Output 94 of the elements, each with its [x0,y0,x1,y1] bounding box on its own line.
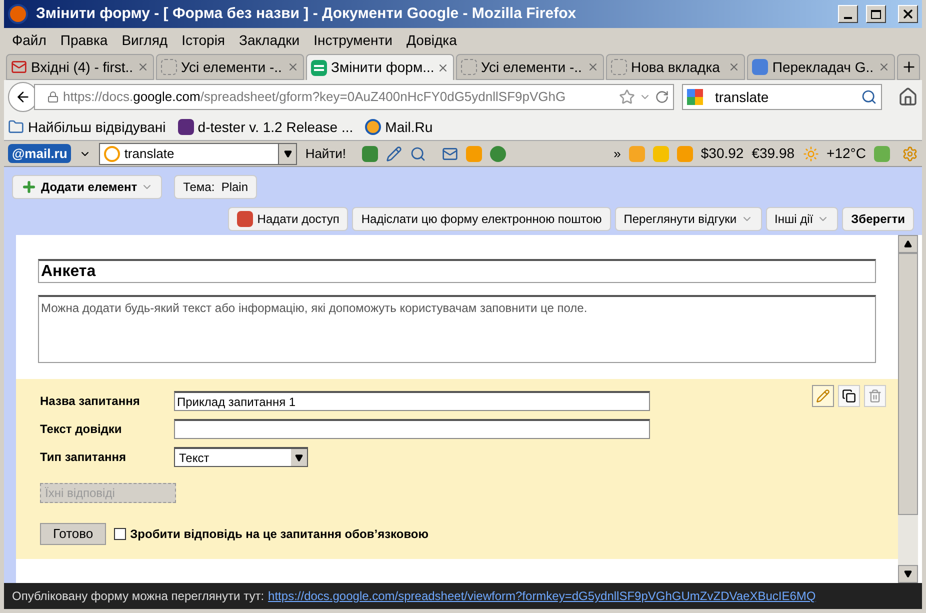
page-icon [611,59,627,75]
toolbar-button[interactable]: Надати доступ [228,207,348,231]
euro-rate[interactable]: €39.98 [752,143,795,164]
tab-label: Змінити форм... [331,58,433,77]
home-icon[interactable] [898,87,918,107]
browser-tab[interactable]: Змінити форм... [306,54,454,80]
mailru-logo[interactable]: @mail.ru [8,144,72,164]
close-icon[interactable] [137,61,149,73]
weather-text[interactable]: +12°C [826,143,866,164]
field-label: Назва запитання [40,393,141,410]
browser-tab[interactable]: Перекладач G... [747,54,896,80]
star-icon[interactable] [619,89,635,105]
bookmark[interactable]: Найбільш відвідувані [8,116,166,138]
dollar-rate[interactable]: $30.92 [700,143,744,164]
browser-tab[interactable]: Вхідні (4) - first... [6,54,154,80]
theme-button[interactable]: Тема: Plain [174,175,258,199]
down-triangle-icon [904,570,912,578]
url-text: https://docs.google.com/spreadsheet/gform?key=0AuZ400nHcFY0dG5ydnllSF9pVGhG [63,88,567,106]
more-button[interactable]: » [614,144,621,164]
browser-tab[interactable]: Усі елементи -... [456,54,604,80]
field-label: Тип запитання [40,449,127,466]
down-triangle-icon [284,150,292,158]
find-button[interactable]: Найти! [305,144,346,164]
bookmark[interactable]: Mail.Ru [365,116,433,138]
sheet-icon [311,60,327,76]
status-text: Опубліковану форму можна переглянути тут: [12,588,264,605]
reload-icon[interactable] [655,90,669,104]
close-icon[interactable] [437,62,449,74]
toolbar-button[interactable]: Інші дії [766,207,838,231]
form-title-field[interactable]: Анкета [38,259,876,283]
search-icon[interactable] [861,89,877,105]
window-title: Змінити форму - [ Форма без назви ] - Документи Google - Mozilla Firefox [36,4,578,24]
plus-icon [900,59,917,75]
menu-item[interactable]: Інструменти [314,30,393,50]
close-icon [901,7,915,21]
close-icon[interactable] [287,61,299,73]
browser-tab[interactable]: Нова вкладка [606,54,746,80]
tab-label: Перекладач G... [772,58,874,77]
down-triangle-icon [295,454,303,462]
close-icon[interactable] [878,61,890,73]
lock-icon [47,91,59,103]
minimize-button[interactable] [838,5,858,23]
close-icon[interactable] [728,61,740,73]
close-icon[interactable] [587,61,599,73]
question-title-field[interactable]: Приклад запитання 1 [174,391,650,411]
copy-icon [842,389,856,403]
new-tab-button[interactable] [897,54,920,80]
tab-label: Вхідні (4) - first... [31,58,133,77]
help-text-field[interactable] [174,419,650,439]
menu-item[interactable]: Вигляд [122,30,168,50]
menu-item[interactable]: Довідка [406,30,457,50]
bookmark[interactable]: d-tester v. 1.2 Release ... [178,116,354,138]
search-field[interactable]: translate [682,84,882,110]
mailru-search-field[interactable]: translate [99,142,298,164]
magnifier-icon[interactable] [410,146,426,162]
menu-item[interactable]: Файл [12,30,46,50]
pencil-icon [816,389,830,403]
envelope-icon[interactable] [442,146,458,162]
gear-icon[interactable] [902,146,918,162]
menu-item[interactable]: Історія [182,30,226,50]
done-button[interactable]: Готово [40,523,106,545]
duplicate-button[interactable] [838,385,860,407]
plus-icon [21,179,37,195]
sun-icon [802,146,819,162]
toolbar-button[interactable]: Зберегти [842,207,914,231]
checkbox-label: Зробити відповідь на це запитання обов’язковою [130,526,429,543]
scrollbar[interactable] [898,235,918,583]
field-label: Текст довідки [40,421,123,438]
folder-icon [8,119,24,135]
toolbar-button[interactable]: Переглянути відгуки [614,207,762,231]
url-field[interactable]: https://docs.google.com/spreadsheet/gform?key=0AuZ400nHcFY0dG5ydnllSF9pVGhG [34,84,674,110]
maximize-button[interactable] [866,5,886,23]
envelope-icon [11,59,27,75]
firefox-icon [8,4,28,24]
menu-item[interactable]: Закладки [239,30,300,50]
close-button[interactable] [898,5,918,23]
browser-tab[interactable]: Усі елементи -... [156,54,304,80]
tab-label: Усі елементи -... [481,58,583,76]
required-checkbox[interactable] [114,528,126,540]
pencil-icon[interactable] [386,146,402,162]
toolbar-button[interactable]: Надіслати цю форму електронною поштою [352,207,611,231]
menu-item[interactable]: Правка [60,30,108,50]
form-link[interactable]: https://docs.google.com/spreadsheet/viewform?formkey=dG5ydnllSF9pVGhGUmZvZDVaeXBucIE6MQ [268,587,816,605]
up-triangle-icon [904,240,912,248]
page-icon [161,59,177,75]
google-icon [687,89,703,105]
tab-label: Усі елементи -... [181,58,283,76]
question-type-select[interactable]: Текст [174,447,308,467]
page-icon [461,59,477,75]
tab-label: Нова вкладка [631,58,721,77]
trash-icon [868,389,882,403]
dropdown-button[interactable] [278,144,296,164]
form-description-field[interactable]: Можна додати будь-який текст або інформацію, які допоможуть користувачам заповнити це поле. [38,295,876,363]
add-item-button[interactable]: Додати елемент [12,175,162,199]
